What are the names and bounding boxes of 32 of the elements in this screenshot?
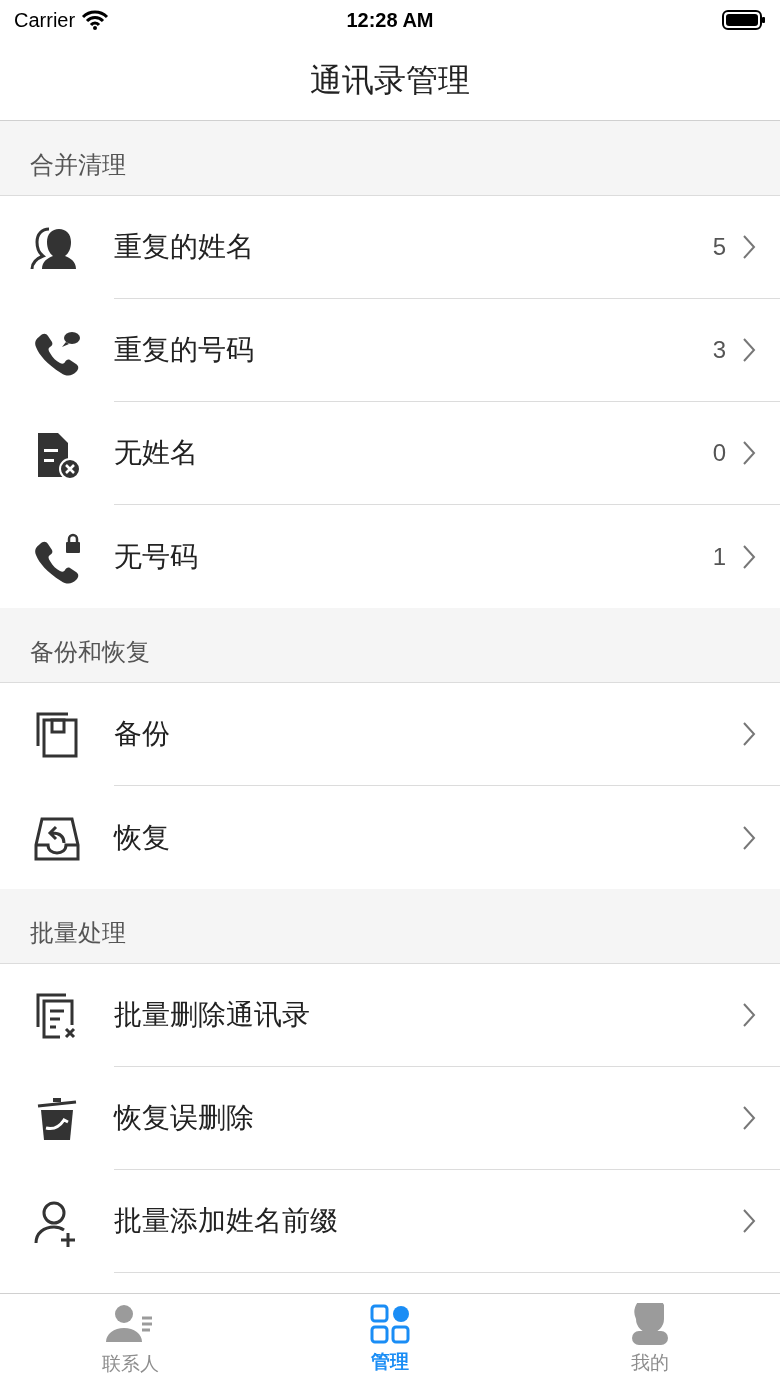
row-count: 3 — [712, 335, 726, 365]
chevron-icon — [742, 234, 756, 260]
chevron-icon — [742, 1002, 756, 1028]
grid-icon — [370, 1304, 410, 1345]
chevron-icon — [742, 1208, 756, 1234]
row-label: 批量添加姓名前缀 — [114, 1204, 339, 1238]
profile-icon — [630, 1303, 670, 1346]
chevron-icon — [742, 337, 756, 363]
row-label: 恢复误删除 — [114, 1101, 255, 1135]
section-title: 备份和恢复 — [30, 637, 150, 667]
row-label: 恢复 — [114, 820, 171, 855]
battery-icon — [722, 9, 766, 31]
row-label: 无姓名 — [114, 436, 199, 470]
row-label: 重复的姓名 — [114, 230, 255, 264]
section-title: 合并清理 — [30, 150, 126, 180]
row-count: 5 — [712, 232, 726, 262]
row-label: 备份 — [114, 717, 171, 751]
chevron-icon — [742, 440, 756, 466]
row-label: 重复的号码 — [114, 333, 255, 367]
clock-time: 12:28 AM — [346, 8, 434, 33]
section-title: 批量处理 — [30, 918, 126, 948]
chevron-icon — [742, 721, 756, 747]
row-label: 无号码 — [114, 539, 199, 574]
row-label: 批量删除通讯录 — [114, 998, 311, 1032]
chevron-icon — [742, 1105, 756, 1131]
row-count: 0 — [712, 438, 726, 468]
chevron-icon — [742, 543, 756, 570]
carrier-label: Carrier — [14, 8, 76, 33]
row-count: 1 — [712, 541, 726, 572]
chevron-icon — [742, 824, 756, 851]
wifi-icon — [81, 10, 110, 30]
page-title: 通讯录管理 — [310, 61, 470, 100]
